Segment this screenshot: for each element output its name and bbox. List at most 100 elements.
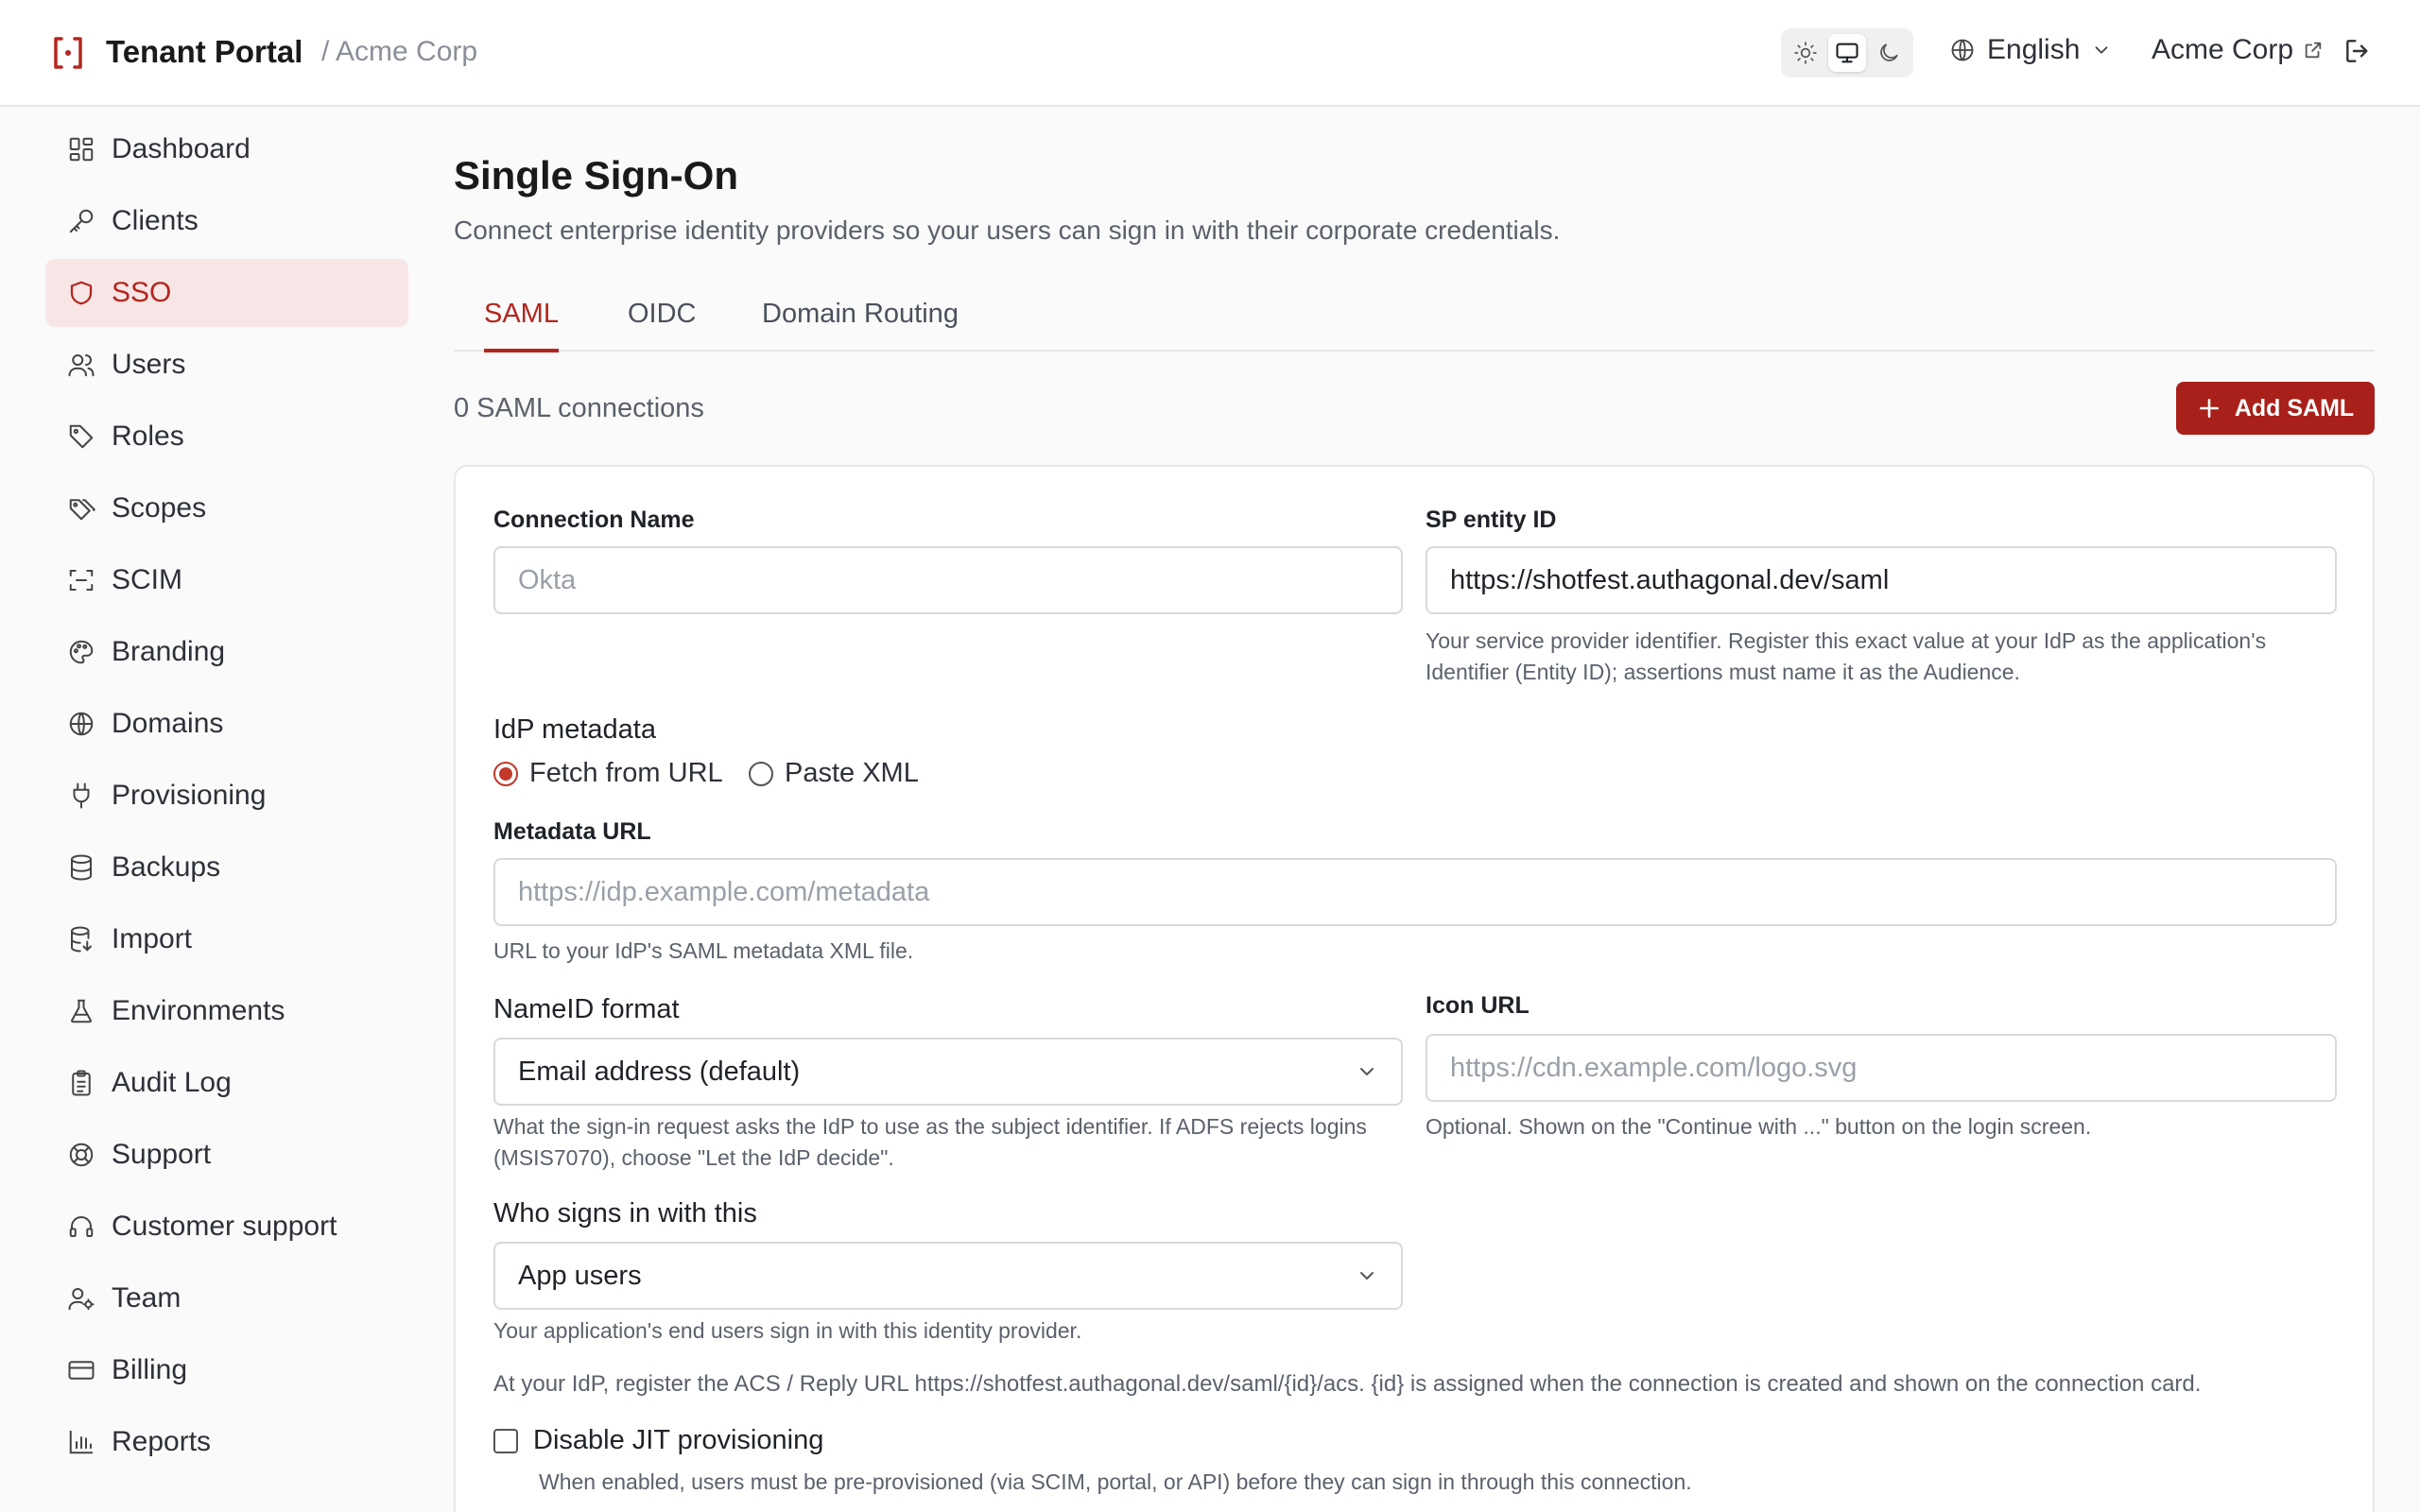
brand-logo-icon: [53, 36, 83, 70]
icon-url-input[interactable]: [1426, 1034, 2337, 1102]
app-title[interactable]: Tenant Portal: [106, 34, 302, 70]
radio-paste-label: Paste XML: [785, 758, 919, 788]
logout-button[interactable]: [2342, 36, 2373, 66]
sidebar-item-label: Domains: [112, 708, 224, 739]
sidebar-item-scopes[interactable]: Scopes: [45, 474, 408, 542]
sidebar-item-domains[interactable]: Domains: [45, 690, 408, 758]
globe-icon: [66, 709, 96, 739]
sidebar-item-audit-log[interactable]: Audit Log: [45, 1049, 408, 1117]
bar-chart-icon: [66, 1427, 96, 1457]
theme-light-button[interactable]: [1787, 34, 1824, 72]
language-label: English: [1987, 34, 2081, 65]
jit-provisioning-checkbox[interactable]: [493, 1429, 518, 1453]
headset-icon: [66, 1211, 96, 1242]
acs-url-note: At your IdP, register the ACS / Reply UR…: [493, 1371, 2202, 1397]
jit-provisioning-help: When enabled, users must be pre-provisio…: [539, 1469, 1692, 1494]
sidebar-item-billing[interactable]: Billing: [45, 1336, 408, 1404]
sidebar-item-scim[interactable]: SCIM: [45, 546, 408, 614]
sidebar-item-clients[interactable]: Clients: [45, 187, 408, 255]
tag-icon: [66, 421, 96, 452]
sidebar-item-label: SSO: [112, 277, 172, 308]
jit-provisioning-label[interactable]: Disable JIT provisioning: [533, 1425, 823, 1456]
clipboard-icon: [66, 1068, 96, 1098]
sidebar-item-provisioning[interactable]: Provisioning: [45, 762, 408, 830]
sidebar-item-support[interactable]: Support: [45, 1121, 408, 1189]
tab-domain-routing[interactable]: Domain Routing: [762, 299, 959, 349]
sidebar-item-label: SCIM: [112, 564, 182, 595]
connection-name-input[interactable]: [493, 546, 1403, 614]
tab-bar: SAML OIDC Domain Routing: [454, 284, 2375, 352]
metadata-url-label: Metadata URL: [493, 818, 651, 845]
key-icon: [66, 206, 96, 236]
credit-card-icon: [66, 1355, 96, 1385]
metadata-url-help: URL to your IdP's SAML metadata XML file…: [493, 938, 914, 963]
idp-metadata-label: IdP metadata: [493, 714, 656, 745]
tab-saml[interactable]: SAML: [484, 299, 559, 352]
breadcrumb: / Acme Corp: [321, 36, 478, 67]
who-signs-in-label: Who signs in with this: [493, 1198, 757, 1228]
theme-switcher: [1781, 28, 1913, 77]
add-saml-label: Add SAML: [2234, 394, 2355, 421]
sidebar-item-sso[interactable]: SSO: [45, 259, 408, 327]
sidebar-item-customer-support[interactable]: Customer support: [45, 1193, 408, 1261]
sidebar-item-label: Reports: [112, 1426, 212, 1457]
sidebar-item-backups[interactable]: Backups: [45, 833, 408, 902]
icon-url-label: Icon URL: [1426, 992, 1530, 1019]
page-subtitle: Connect enterprise identity providers so…: [454, 215, 1561, 245]
tenant-external-link[interactable]: Acme Corp: [2152, 34, 2324, 66]
sidebar: Dashboard Clients SSO Users Roles Scopes: [45, 115, 408, 1480]
sp-entity-id-field[interactable]: https://shotfest.authagonal.dev/saml: [1426, 546, 2337, 614]
sidebar-item-label: Branding: [112, 636, 226, 667]
user-cog-icon: [66, 1283, 96, 1314]
metadata-url-input[interactable]: [493, 858, 2337, 926]
nameid-format-value: Email address (default): [518, 1056, 801, 1087]
sidebar-item-label: Support: [112, 1139, 212, 1170]
sidebar-item-dashboard[interactable]: Dashboard: [45, 115, 408, 183]
radio-unselected-indicator[interactable]: [749, 761, 773, 786]
theme-dark-button[interactable]: [1870, 34, 1908, 72]
page-title: Single Sign-On: [454, 153, 738, 198]
who-signs-in-select[interactable]: App users: [493, 1242, 1403, 1310]
sidebar-item-users[interactable]: Users: [45, 331, 408, 399]
top-bar: Tenant Portal / Acme Corp English Acme C…: [0, 0, 2420, 107]
plus-icon: [2199, 399, 2219, 418]
globe-icon: [1951, 39, 1974, 61]
radio-selected-indicator[interactable]: [493, 761, 518, 786]
moon-icon: [1880, 43, 1898, 61]
sp-entity-id-help: Your service provider identifier. Regist…: [1426, 628, 2267, 684]
sidebar-item-label: Audit Log: [112, 1067, 232, 1098]
radio-paste-xml[interactable]: Paste XML: [749, 758, 919, 789]
radio-fetch-from-url[interactable]: Fetch from URL: [493, 758, 723, 789]
language-selector[interactable]: English: [1949, 34, 2112, 66]
dashboard-icon: [66, 134, 96, 164]
sidebar-item-team[interactable]: Team: [45, 1264, 408, 1332]
chevron-down-icon: [1360, 1068, 1374, 1075]
plug-icon: [66, 781, 96, 811]
add-saml-button[interactable]: Add SAML: [2176, 382, 2375, 435]
database-icon: [66, 852, 96, 883]
sidebar-item-label: Scopes: [112, 492, 207, 524]
sidebar-item-label: Roles: [112, 421, 184, 452]
connection-name-label: Connection Name: [493, 507, 695, 533]
sidebar-item-branding[interactable]: Branding: [45, 618, 408, 686]
theme-system-button[interactable]: [1828, 34, 1866, 72]
chevron-down-icon: [1360, 1272, 1374, 1280]
nameid-format-select[interactable]: Email address (default): [493, 1038, 1403, 1106]
who-signs-in-help: Your application's end users sign in wit…: [493, 1318, 1082, 1343]
sidebar-item-roles[interactable]: Roles: [45, 403, 408, 471]
sidebar-item-environments[interactable]: Environments: [45, 977, 408, 1045]
database-import-icon: [66, 924, 96, 954]
sp-entity-id-label: SP entity ID: [1426, 507, 1557, 533]
sidebar-item-label: Dashboard: [112, 133, 251, 164]
nameid-format-label: NameID format: [493, 994, 680, 1024]
sidebar-item-label: Billing: [112, 1354, 188, 1385]
tags-icon: [66, 493, 96, 524]
sidebar-item-reports[interactable]: Reports: [45, 1408, 408, 1476]
sidebar-item-label: Provisioning: [112, 780, 267, 811]
sidebar-item-import[interactable]: Import: [45, 905, 408, 973]
monitor-icon: [1836, 43, 1858, 63]
nameid-format-help: What the sign-in request asks the IdP to…: [493, 1114, 1367, 1170]
icon-url-help: Optional. Shown on the "Continue with ..…: [1426, 1114, 2092, 1139]
tab-oidc[interactable]: OIDC: [628, 299, 697, 349]
flask-icon: [66, 996, 96, 1026]
